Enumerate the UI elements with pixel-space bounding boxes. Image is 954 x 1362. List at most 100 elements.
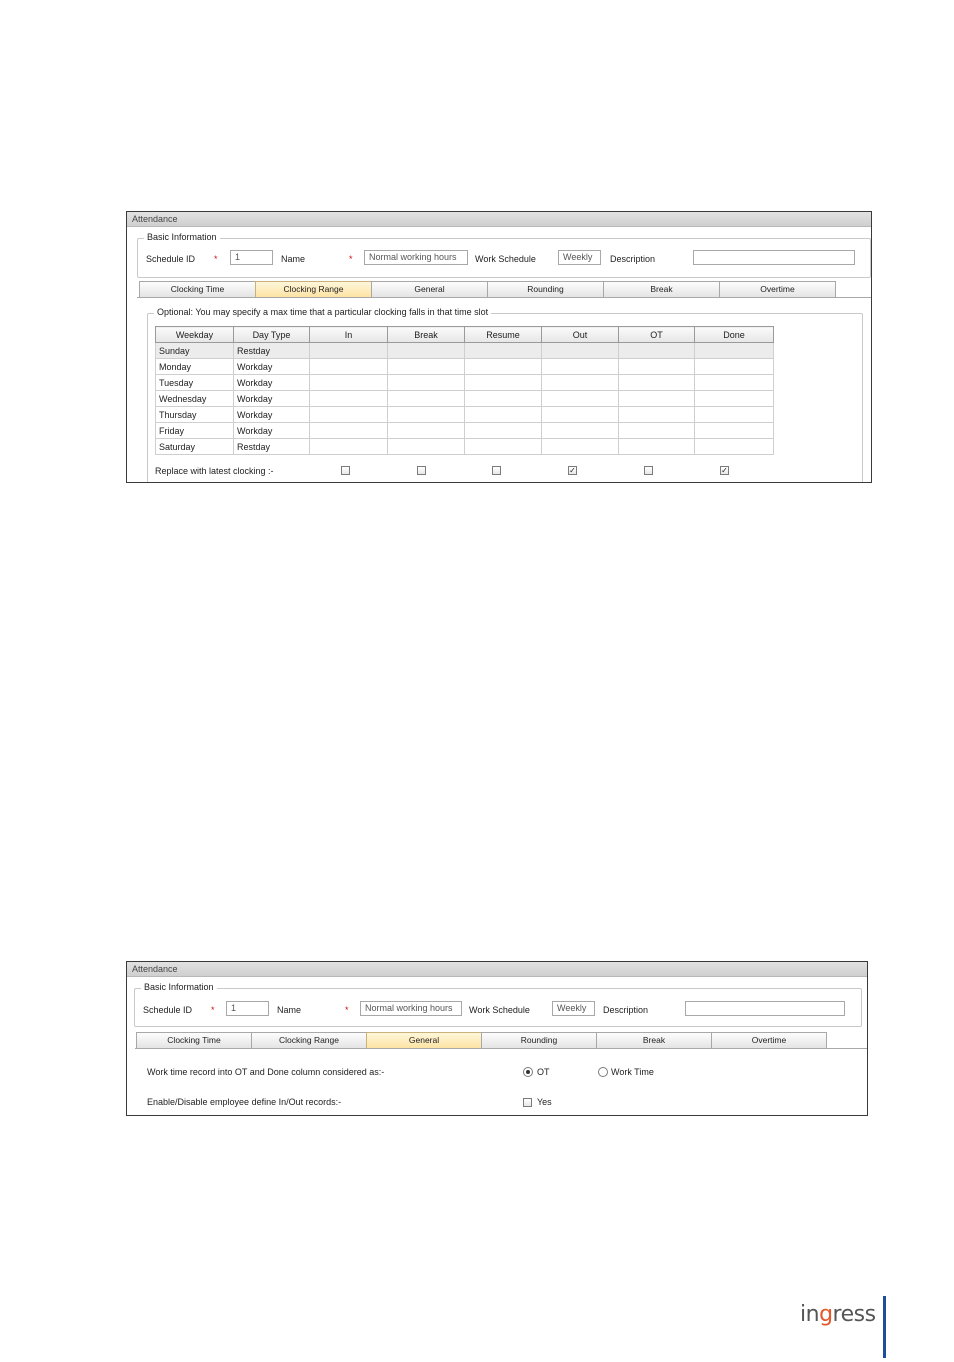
break-cell[interactable] <box>387 390 465 407</box>
resume-cell[interactable] <box>464 358 542 375</box>
replace-ot-checkbox[interactable] <box>644 466 653 475</box>
weekday-cell: Friday <box>155 422 234 439</box>
replace-resume-checkbox[interactable] <box>492 466 501 475</box>
work-schedule-input[interactable]: Weekly <box>552 1001 595 1016</box>
clocking-range-grid[interactable]: Weekday Day Type In Break Resume Out OT … <box>155 326 774 455</box>
col-in[interactable]: In <box>309 326 388 343</box>
resume-cell[interactable] <box>464 374 542 391</box>
tab-break[interactable]: Break <box>603 281 720 297</box>
radio-ot[interactable] <box>523 1067 533 1077</box>
tab-clocking-time[interactable]: Clocking Time <box>136 1032 252 1048</box>
in-cell[interactable] <box>309 438 388 455</box>
table-row[interactable]: Friday Workday <box>155 422 774 439</box>
ot-cell[interactable] <box>618 438 695 455</box>
done-cell[interactable] <box>694 422 774 439</box>
in-cell[interactable] <box>309 422 388 439</box>
resume-cell[interactable] <box>464 342 542 359</box>
day-type-cell[interactable]: Restday <box>233 438 310 455</box>
resume-cell[interactable] <box>464 390 542 407</box>
ot-cell[interactable] <box>618 374 695 391</box>
tab-strip: Clocking Time Clocking Range General Rou… <box>136 1032 836 1048</box>
out-cell[interactable] <box>541 342 619 359</box>
tab-clocking-range[interactable]: Clocking Range <box>255 281 372 297</box>
tab-overtime[interactable]: Overtime <box>719 281 836 297</box>
break-cell[interactable] <box>387 374 465 391</box>
out-cell[interactable] <box>541 438 619 455</box>
enable-yes-label: Yes <box>537 1097 552 1107</box>
col-day-type[interactable]: Day Type <box>233 326 310 343</box>
description-input[interactable] <box>685 1001 845 1016</box>
tab-clocking-range[interactable]: Clocking Range <box>251 1032 367 1048</box>
resume-cell[interactable] <box>464 422 542 439</box>
col-done[interactable]: Done <box>694 326 774 343</box>
ot-cell[interactable] <box>618 390 695 407</box>
description-input[interactable] <box>693 250 855 265</box>
done-cell[interactable] <box>694 342 774 359</box>
day-type-cell[interactable]: Workday <box>233 422 310 439</box>
resume-cell[interactable] <box>464 406 542 423</box>
work-schedule-input[interactable]: Weekly <box>558 250 601 265</box>
schedule-id-input[interactable]: 1 <box>230 250 273 265</box>
table-row[interactable]: Monday Workday <box>155 358 774 375</box>
table-row[interactable]: Tuesday Workday <box>155 374 774 391</box>
tab-general[interactable]: General <box>366 1032 482 1048</box>
day-type-cell[interactable]: Workday <box>233 358 310 375</box>
in-cell[interactable] <box>309 406 388 423</box>
day-type-cell[interactable]: Restday <box>233 342 310 359</box>
tab-rounding[interactable]: Rounding <box>487 281 604 297</box>
tab-rounding[interactable]: Rounding <box>481 1032 597 1048</box>
out-cell[interactable] <box>541 422 619 439</box>
radio-work-time[interactable] <box>598 1067 608 1077</box>
tab-clocking-time[interactable]: Clocking Time <box>139 281 256 297</box>
table-row[interactable]: Sunday Restday <box>155 342 774 359</box>
out-cell[interactable] <box>541 406 619 423</box>
replace-in-checkbox[interactable] <box>341 466 350 475</box>
ot-cell[interactable] <box>618 358 695 375</box>
day-type-cell[interactable]: Workday <box>233 390 310 407</box>
day-type-cell[interactable]: Workday <box>233 406 310 423</box>
replace-out-checkbox[interactable]: ✓ <box>568 466 577 475</box>
done-cell[interactable] <box>694 406 774 423</box>
table-row[interactable]: Saturday Restday <box>155 438 774 455</box>
done-cell[interactable] <box>694 358 774 375</box>
attendance-window-general: Attendance Basic Information Schedule ID… <box>126 961 868 1116</box>
break-cell[interactable] <box>387 342 465 359</box>
table-row[interactable]: Thursday Workday <box>155 406 774 423</box>
ingress-logo: ingress <box>800 1302 876 1327</box>
col-break[interactable]: Break <box>387 326 465 343</box>
col-resume[interactable]: Resume <box>464 326 542 343</box>
enable-yes-checkbox[interactable] <box>523 1098 532 1107</box>
in-cell[interactable] <box>309 358 388 375</box>
replace-break-checkbox[interactable] <box>417 466 426 475</box>
resume-cell[interactable] <box>464 438 542 455</box>
radio-ot-label: OT <box>537 1067 550 1077</box>
out-cell[interactable] <box>541 358 619 375</box>
col-out[interactable]: Out <box>541 326 619 343</box>
in-cell[interactable] <box>309 374 388 391</box>
break-cell[interactable] <box>387 406 465 423</box>
col-ot[interactable]: OT <box>618 326 695 343</box>
name-input[interactable]: Normal working hours <box>360 1001 462 1016</box>
name-input[interactable]: Normal working hours <box>364 250 468 265</box>
replace-done-checkbox[interactable]: ✓ <box>720 466 729 475</box>
tab-general[interactable]: General <box>371 281 488 297</box>
in-cell[interactable] <box>309 342 388 359</box>
break-cell[interactable] <box>387 358 465 375</box>
break-cell[interactable] <box>387 422 465 439</box>
done-cell[interactable] <box>694 374 774 391</box>
break-cell[interactable] <box>387 438 465 455</box>
done-cell[interactable] <box>694 438 774 455</box>
col-weekday[interactable]: Weekday <box>155 326 234 343</box>
schedule-id-input[interactable]: 1 <box>226 1001 269 1016</box>
ot-cell[interactable] <box>618 422 695 439</box>
table-row[interactable]: Wednesday Workday <box>155 390 774 407</box>
done-cell[interactable] <box>694 390 774 407</box>
day-type-cell[interactable]: Workday <box>233 374 310 391</box>
ot-cell[interactable] <box>618 406 695 423</box>
tab-break[interactable]: Break <box>596 1032 712 1048</box>
ot-cell[interactable] <box>618 342 695 359</box>
out-cell[interactable] <box>541 374 619 391</box>
in-cell[interactable] <box>309 390 388 407</box>
out-cell[interactable] <box>541 390 619 407</box>
tab-overtime[interactable]: Overtime <box>711 1032 827 1048</box>
